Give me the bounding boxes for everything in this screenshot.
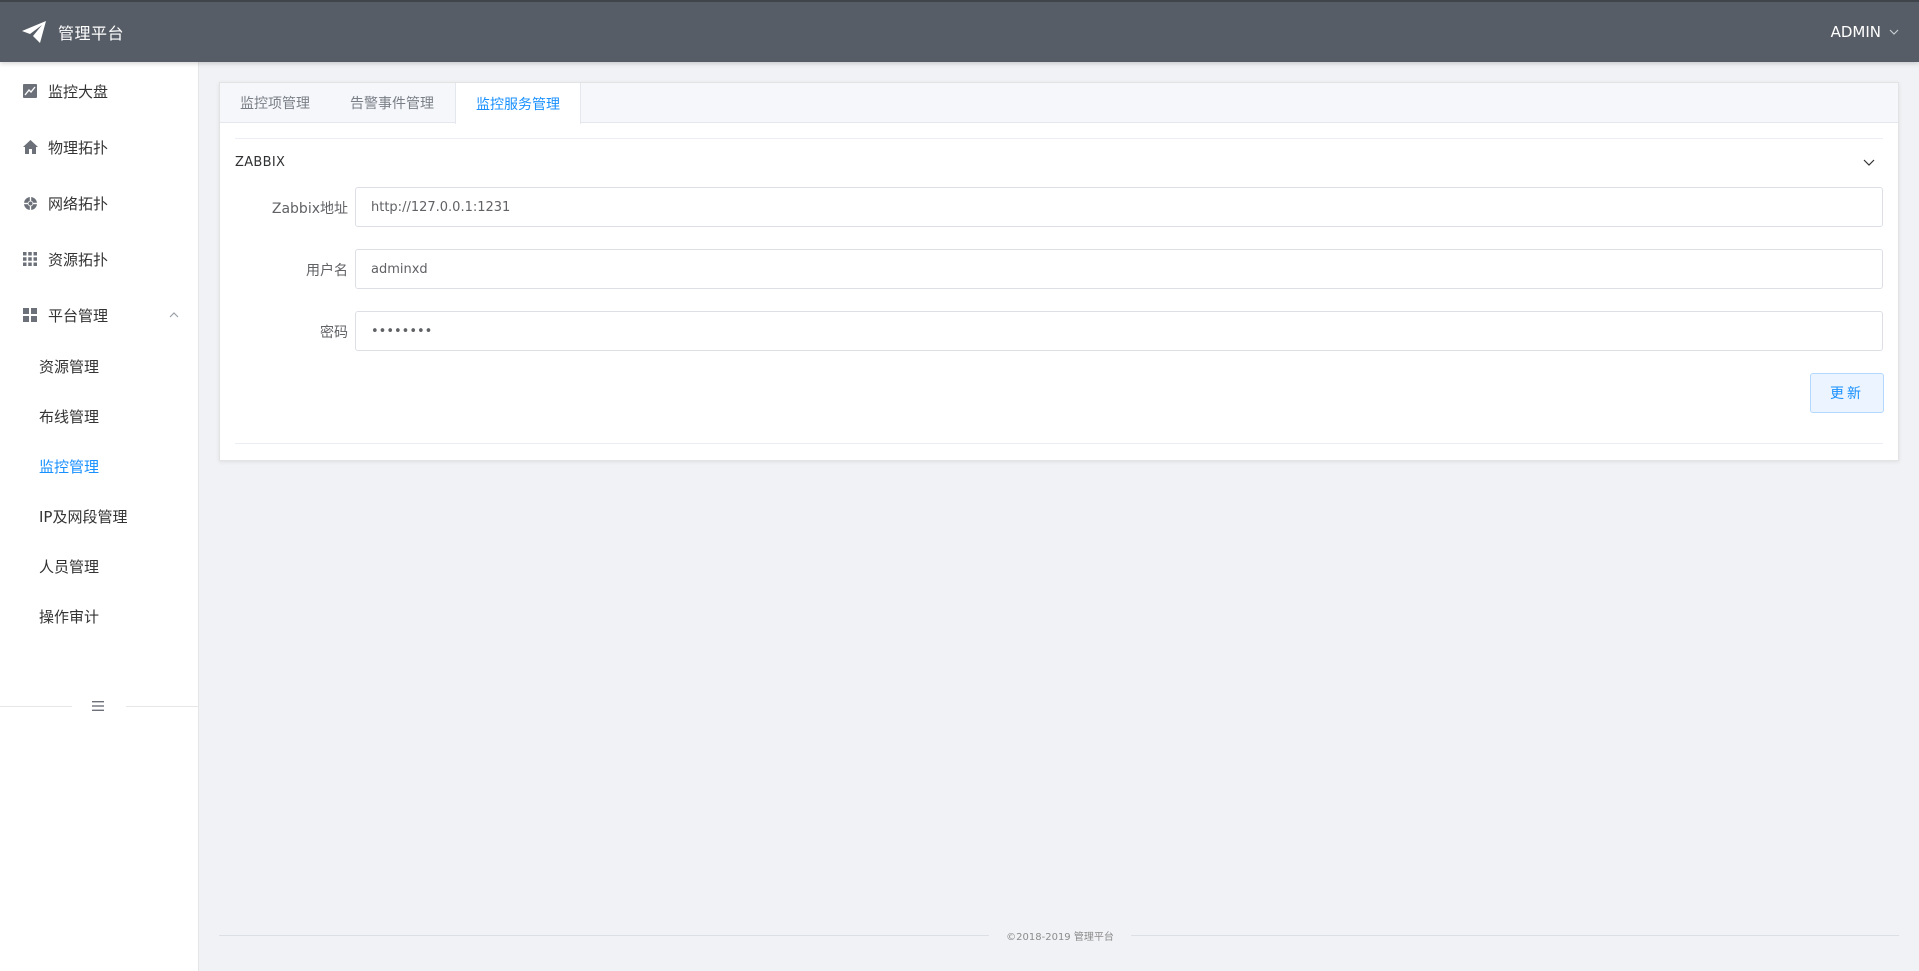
sidebar-item-label: 网络拓扑 <box>48 194 109 213</box>
username-input[interactable] <box>355 249 1883 289</box>
grid-icon <box>22 251 38 267</box>
sidebar-subitem-monitoring-management[interactable]: 监控管理 <box>0 444 199 488</box>
divider <box>1131 935 1899 936</box>
username-label: 用户名 <box>306 263 348 279</box>
sidebar-subitem-ip-management[interactable]: IP及网段管理 <box>0 494 199 538</box>
tab-alert-events[interactable]: 告警事件管理 <box>330 83 454 123</box>
sidebar-item-label: 平台管理 <box>48 306 109 325</box>
app-title[interactable]: 管理平台 <box>58 20 124 44</box>
apps-icon <box>22 307 38 323</box>
form-row-password: 密码 <box>235 311 1883 351</box>
user-menu[interactable]: ADMIN <box>1831 2 1899 62</box>
sidebar-subitem-cabling-management[interactable]: 布线管理 <box>0 394 199 438</box>
chevron-up-icon <box>169 310 179 320</box>
chevron-down-icon[interactable] <box>1863 156 1875 168</box>
divider <box>235 138 1883 139</box>
collapse-menu-icon[interactable] <box>91 699 105 713</box>
tab-label: 监控项管理 <box>240 96 310 112</box>
sidebar-subitem-label: 操作审计 <box>39 607 100 626</box>
user-name[interactable]: ADMIN <box>1831 23 1881 41</box>
tab-label: 告警事件管理 <box>350 96 434 112</box>
divider <box>0 706 72 707</box>
paper-plane-icon[interactable] <box>20 18 48 46</box>
sidebar-subitem-label: 监控管理 <box>39 457 100 476</box>
sidebar-item-label: 资源拓扑 <box>48 250 109 269</box>
sidebar-item-label: 监控大盘 <box>48 82 109 101</box>
divider <box>126 706 199 707</box>
sidebar-subitem-label: 人员管理 <box>39 557 100 576</box>
password-input[interactable] <box>355 311 1883 351</box>
password-label: 密码 <box>320 325 348 341</box>
zabbix-address-label: Zabbix地址 <box>271 201 348 217</box>
sidebar-subitem-label: IP及网段管理 <box>39 507 128 526</box>
chart-icon <box>22 83 38 99</box>
sidebar-item-network-topology[interactable]: 网络拓扑 <box>0 179 199 227</box>
sidebar-subitem-label: 布线管理 <box>39 407 100 426</box>
sidebar-item-platform-management[interactable]: 平台管理 <box>0 291 199 339</box>
update-button[interactable]: 更新 <box>1810 373 1884 413</box>
settings-card: 监控项管理 告警事件管理 监控服务管理 ZABBIX Zabbix地址 用户名 … <box>219 82 1899 461</box>
copyright-text: ©2018-2019 管理平台 <box>1006 932 1114 943</box>
tab-label: 监控服务管理 <box>476 96 560 113</box>
top-header: 管理平台 ADMIN <box>0 0 1919 62</box>
zabbix-collapse-header[interactable]: ZABBIX <box>235 145 1883 179</box>
home-icon <box>22 139 38 155</box>
sidebar-item-dashboard[interactable]: 监控大盘 <box>0 67 199 115</box>
divider <box>219 935 989 936</box>
sidebar: 监控大盘 物理拓扑 网络拓扑 资源拓扑 平台管理 资源管理 布线管理 监控管理 … <box>0 62 199 971</box>
sidebar-item-physical-topology[interactable]: 物理拓扑 <box>0 123 199 171</box>
form-row-username: 用户名 <box>235 249 1883 289</box>
network-icon <box>22 195 38 211</box>
tab-monitor-items[interactable]: 监控项管理 <box>220 83 330 123</box>
divider <box>235 443 1883 444</box>
tab-monitor-services[interactable]: 监控服务管理 <box>455 83 581 124</box>
zabbix-address-input[interactable] <box>355 187 1883 227</box>
form-row-address: Zabbix地址 <box>235 187 1883 227</box>
sidebar-subitem-personnel-management[interactable]: 人员管理 <box>0 544 199 588</box>
section-title: ZABBIX <box>235 154 286 170</box>
sidebar-subitem-operation-audit[interactable]: 操作审计 <box>0 594 199 638</box>
footer: ©2018-2019 管理平台 <box>219 926 1899 946</box>
sidebar-subitem-resource-management[interactable]: 资源管理 <box>0 344 199 388</box>
sidebar-collapse-row <box>0 692 199 722</box>
sidebar-item-resource-topology[interactable]: 资源拓扑 <box>0 235 199 283</box>
tab-bar: 监控项管理 告警事件管理 监控服务管理 <box>220 83 1898 124</box>
sidebar-item-label: 物理拓扑 <box>48 138 109 157</box>
sidebar-subitem-label: 资源管理 <box>39 357 100 376</box>
chevron-down-icon[interactable] <box>1889 27 1899 37</box>
